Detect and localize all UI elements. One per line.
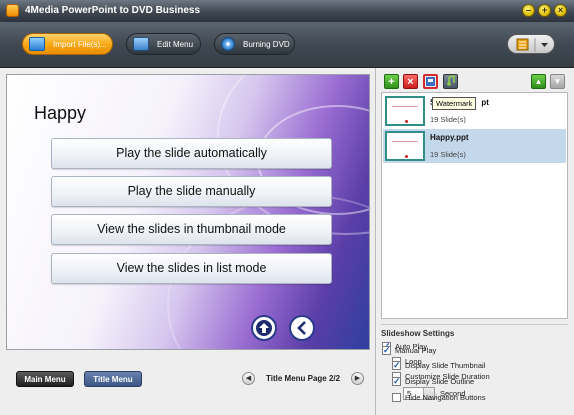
settings-heading: Slideshow Settings xyxy=(381,324,568,338)
menu-preview: Happy Play the slide automatically Play … xyxy=(6,74,370,350)
manual-play-option[interactable]: Manual Play xyxy=(382,345,437,356)
display-thumbnail-option[interactable]: Display Slide Thumbnail xyxy=(392,360,486,371)
menu-title: Happy xyxy=(34,103,87,123)
minimize-button[interactable]: – xyxy=(522,4,535,17)
display-outline-option[interactable]: Display Slide Outline xyxy=(392,376,475,387)
main-toolbar: Import File(s)... Edit Menu Burning DVD xyxy=(0,22,574,68)
edit-menu-button[interactable]: Edit Menu xyxy=(126,33,201,55)
display-thumbnail-checkbox[interactable] xyxy=(392,360,401,371)
hide-nav-label: Hide Navigation Buttons xyxy=(405,393,486,402)
burning-dvd-button[interactable]: Burning DVD xyxy=(214,33,295,55)
file-list: Spt 19 Slide(s) Happy.ppt 19 Slide(s) xyxy=(381,92,568,319)
watermark-icon xyxy=(426,77,435,86)
app-logo-icon xyxy=(6,4,19,17)
burning-dvd-label: Burning DVD xyxy=(243,39,290,49)
main-menu-button[interactable]: Main Menu xyxy=(16,371,74,387)
right-panel: + × ▲ ▼ Spt 19 Slide(s) Happy.ppt 19 Sli… xyxy=(377,68,574,415)
slide-count: 19 Slide(s) xyxy=(430,150,466,159)
up-arrow-icon xyxy=(256,320,272,336)
up-arrow-button[interactable] xyxy=(251,315,277,341)
menu-item-auto-play[interactable]: Play the slide automatically xyxy=(51,138,332,169)
view-options-button[interactable] xyxy=(507,34,555,54)
file-name: Happy.ppt xyxy=(430,133,469,142)
window-title: 4Media PowerPoint to DVD Business xyxy=(25,5,201,16)
import-files-button[interactable]: Import File(s)... xyxy=(22,33,113,55)
title-menu-button[interactable]: Title Menu xyxy=(84,371,142,387)
watermark-button[interactable] xyxy=(423,74,438,89)
remove-file-button[interactable]: × xyxy=(403,74,418,89)
page-indicator: Title Menu Page 2/2 xyxy=(266,374,341,383)
manual-play-checkbox[interactable] xyxy=(382,345,391,356)
title-bar: 4Media PowerPoint to DVD Business – + × xyxy=(0,0,574,22)
prev-page-button[interactable]: ◀ xyxy=(242,372,255,385)
menu-item-thumbnail-mode[interactable]: View the slides in thumbnail mode xyxy=(51,214,332,245)
list-item[interactable]: Happy.ppt 19 Slide(s) xyxy=(383,129,566,163)
move-down-button[interactable]: ▼ xyxy=(550,74,565,89)
maximize-button[interactable]: + xyxy=(538,4,551,17)
close-button[interactable]: × xyxy=(554,4,567,17)
file-name-end: pt xyxy=(481,98,489,107)
slide-thumbnail xyxy=(385,96,425,126)
list-view-icon xyxy=(516,38,548,52)
manual-play-label: Manual Play xyxy=(395,346,437,355)
add-file-button[interactable]: + xyxy=(384,74,399,89)
move-up-button[interactable]: ▲ xyxy=(531,74,546,89)
hide-nav-option[interactable]: Hide Navigation Buttons xyxy=(392,393,485,402)
back-arrow-icon xyxy=(297,321,306,335)
preview-panel: Happy Play the slide automatically Play … xyxy=(0,68,376,415)
edit-menu-label: Edit Menu xyxy=(157,39,194,49)
menu-item-manual-play[interactable]: Play the slide manually xyxy=(51,176,332,207)
import-icon xyxy=(29,37,45,51)
display-thumbnail-label: Display Slide Thumbnail xyxy=(405,361,486,370)
display-outline-checkbox[interactable] xyxy=(392,376,401,387)
dvd-disc-icon xyxy=(221,37,235,51)
file-toolbar: + × ▲ ▼ xyxy=(381,73,568,91)
music-button[interactable] xyxy=(443,74,458,89)
slide-thumbnail xyxy=(385,131,425,161)
edit-menu-icon xyxy=(133,37,149,51)
import-files-label: Import File(s)... xyxy=(53,39,107,49)
back-arrow-button[interactable] xyxy=(289,315,315,341)
slide-count: 19 Slide(s) xyxy=(430,115,466,124)
next-page-button[interactable]: ▶ xyxy=(351,372,364,385)
menu-item-list-mode[interactable]: View the slides in list mode xyxy=(51,253,332,284)
display-outline-label: Display Slide Outline xyxy=(405,377,475,386)
music-note-icon xyxy=(447,75,455,86)
preview-bottom-bar: Main Menu Title Menu ◀ Title Menu Page 2… xyxy=(6,362,370,407)
watermark-tooltip: Watermark xyxy=(432,97,477,110)
hide-nav-checkbox[interactable] xyxy=(392,393,401,402)
